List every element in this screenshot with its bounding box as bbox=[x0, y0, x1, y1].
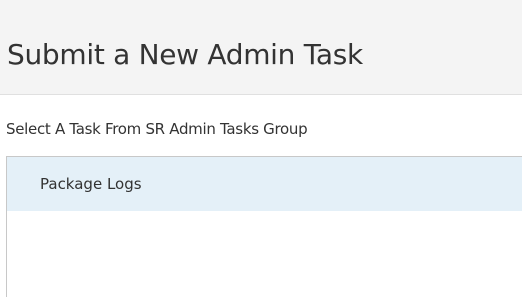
task-select-label: Select A Task From SR Admin Tasks Group bbox=[6, 120, 308, 138]
list-item-package-logs[interactable]: Package Logs bbox=[7, 157, 522, 211]
admin-task-page: Submit a New Admin Task Select A Task Fr… bbox=[0, 0, 522, 297]
page-header: Submit a New Admin Task bbox=[0, 0, 522, 95]
task-list[interactable]: Package Logs bbox=[6, 156, 522, 297]
page-title: Submit a New Admin Task bbox=[7, 38, 363, 71]
